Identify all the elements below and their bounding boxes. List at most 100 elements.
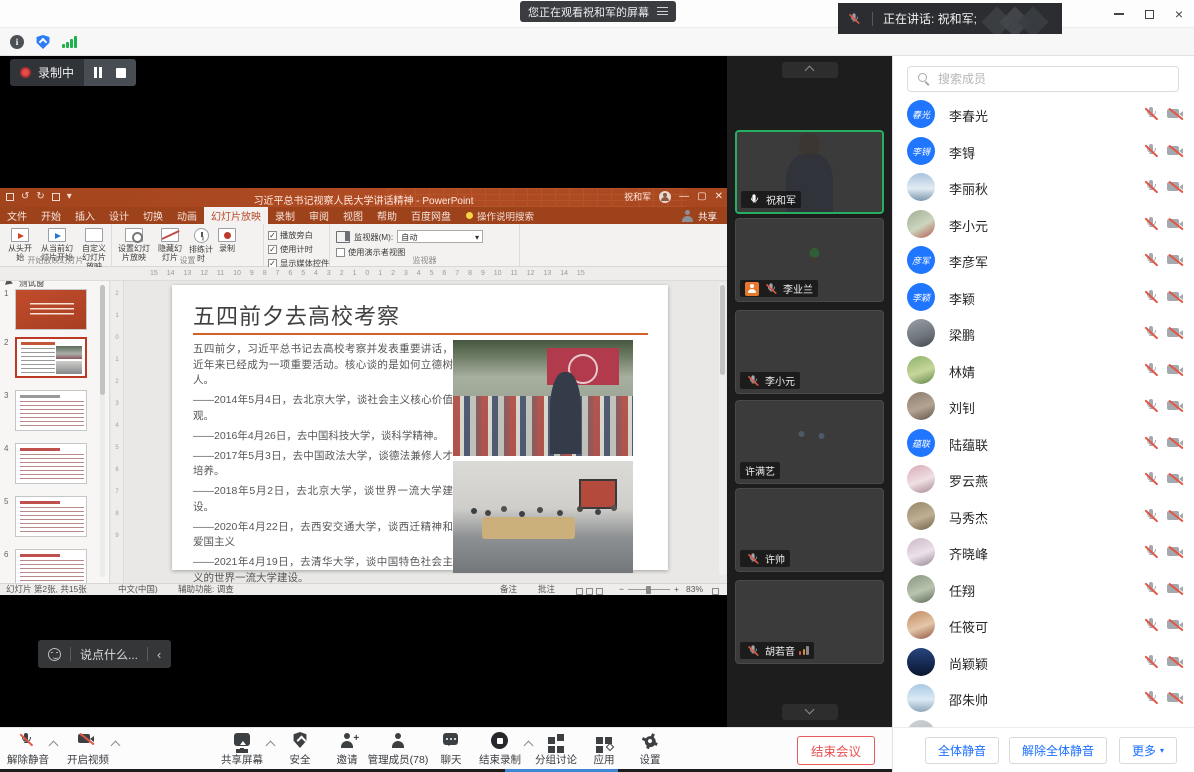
monitor-select[interactable]: 自动▾	[397, 230, 483, 243]
camera-off-icon[interactable]	[1167, 107, 1185, 121]
member-row[interactable]: 李颖李颖	[893, 279, 1194, 315]
fit-to-window-icon[interactable]	[712, 586, 722, 597]
pause-recording-button[interactable]	[94, 67, 102, 78]
mic-muted-icon[interactable]	[1143, 289, 1159, 305]
camera-off-icon[interactable]	[1167, 472, 1185, 486]
mic-muted-icon[interactable]	[1143, 508, 1159, 524]
audio-options-caret[interactable]	[50, 740, 58, 748]
camera-off-icon[interactable]	[1167, 509, 1185, 523]
member-row[interactable]: 任翔	[893, 571, 1194, 607]
video-tile[interactable]: 胡若音	[735, 580, 884, 664]
mute-all-button[interactable]: 全体静音	[925, 737, 999, 764]
unmute-all-button[interactable]: 解除全体静音	[1009, 737, 1107, 764]
zoom-level[interactable]: 83%	[686, 584, 703, 595]
ppt-tab-baidu[interactable]: 百度网盘	[404, 207, 458, 224]
zoom-out-button[interactable]: −	[619, 584, 624, 595]
slide-thumbnail-2-selected[interactable]	[15, 337, 87, 378]
toolbar-share-screen[interactable]: 共享屏幕	[214, 731, 270, 771]
camera-off-icon[interactable]	[1167, 691, 1185, 705]
mic-muted-icon[interactable]	[1143, 435, 1159, 451]
danmaku-input[interactable]: 说点什么... ‹	[38, 640, 171, 668]
video-tile[interactable]: 李业兰	[735, 218, 884, 302]
video-tile[interactable]: 许满艺	[735, 400, 884, 484]
ppt-close-icon[interactable]: ✕	[715, 191, 723, 203]
member-row[interactable]: 邵朱帅	[893, 680, 1194, 716]
mic-muted-icon[interactable]	[1143, 581, 1159, 597]
toolbar-start-video[interactable]: 开启视频	[60, 731, 116, 771]
video-tile[interactable]: 李小元	[735, 310, 884, 394]
member-row[interactable]: 李小元	[893, 206, 1194, 242]
notes-toggle[interactable]: 备注	[500, 584, 517, 595]
network-signal-icon[interactable]	[62, 36, 78, 48]
slide-canvas[interactable]: 五四前夕去高校考察 五四前夕，习近平总书记去高校考察并发表重要讲话，近年来已经成…	[172, 285, 668, 570]
mic-muted-icon[interactable]	[1143, 143, 1159, 159]
camera-off-icon[interactable]	[1167, 217, 1185, 231]
ppt-tab-design[interactable]: 设计	[102, 207, 136, 224]
mic-muted-icon[interactable]	[1143, 471, 1159, 487]
ppt-restore-icon[interactable]: ▢	[697, 191, 706, 203]
camera-off-icon[interactable]	[1167, 144, 1185, 158]
strip-collapse-button[interactable]	[782, 62, 838, 78]
camera-off-icon[interactable]	[1167, 180, 1185, 194]
ppt-tab-file[interactable]: 文件	[0, 207, 34, 224]
camera-off-icon[interactable]	[1167, 618, 1185, 632]
member-row[interactable]: 任筱可	[893, 607, 1194, 643]
view-switcher-icons[interactable]	[576, 586, 606, 597]
video-tile[interactable]: 许帅	[735, 488, 884, 572]
member-row[interactable]: 马秀杰	[893, 498, 1194, 534]
stop-recording-button[interactable]	[116, 68, 126, 78]
zoom-in-button[interactable]: +	[674, 584, 679, 595]
mic-muted-icon[interactable]	[1143, 362, 1159, 378]
camera-off-icon[interactable]	[1167, 436, 1185, 450]
more-button[interactable]: 更多▾	[1119, 737, 1177, 764]
tell-me-search[interactable]: 操作说明搜索	[458, 207, 542, 224]
member-row[interactable]: 梁鹏	[893, 315, 1194, 351]
slide-thumbnail-5[interactable]	[15, 496, 87, 537]
mic-muted-icon[interactable]	[1143, 398, 1159, 414]
camera-off-icon[interactable]	[1167, 399, 1185, 413]
emoji-icon[interactable]	[48, 648, 61, 661]
slide-thumbnail-4[interactable]	[15, 443, 87, 484]
checkbox-use-timings[interactable]: ✓使用计时	[268, 243, 329, 255]
danmaku-placeholder[interactable]: 说点什么...	[80, 646, 138, 663]
protection-shield-icon[interactable]	[36, 35, 50, 49]
member-row[interactable]: 林婧	[893, 352, 1194, 388]
banner-menu-icon[interactable]	[657, 7, 668, 16]
ppt-tab-home[interactable]: 开始	[34, 207, 68, 224]
ppt-minimize-icon[interactable]: —	[679, 191, 689, 203]
mic-muted-icon[interactable]	[1143, 325, 1159, 341]
ppt-tab-help[interactable]: 帮助	[370, 207, 404, 224]
maximize-button[interactable]	[1134, 0, 1164, 28]
language-indicator[interactable]: 中文(中国)	[118, 584, 158, 595]
search-box[interactable]	[907, 66, 1179, 92]
ribbon-record-button[interactable]: 录制	[216, 226, 238, 254]
toolbar-chat[interactable]: 聊天	[423, 731, 479, 771]
camera-off-icon[interactable]	[1167, 582, 1185, 596]
camera-off-icon[interactable]	[1167, 655, 1185, 669]
ppt-tab-view[interactable]: 视图	[336, 207, 370, 224]
toolbar-settings[interactable]: 设置	[622, 731, 678, 771]
slide-thumbnail-1[interactable]	[15, 289, 87, 330]
member-row[interactable]: 尚颖颖	[893, 644, 1194, 680]
mic-muted-icon[interactable]	[1143, 106, 1159, 122]
mic-muted-icon[interactable]	[1143, 216, 1159, 232]
mic-muted-icon[interactable]	[1143, 654, 1159, 670]
member-row[interactable]	[893, 716, 1194, 727]
ppt-tab-review[interactable]: 审阅	[302, 207, 336, 224]
slide-thumbnail-3[interactable]	[15, 390, 87, 431]
camera-off-icon[interactable]	[1167, 545, 1185, 559]
ppt-tab-slideshow[interactable]: 幻灯片放映	[204, 207, 268, 224]
comments-toggle[interactable]: 批注	[538, 584, 555, 595]
minimize-button[interactable]	[1104, 0, 1134, 28]
member-row[interactable]: 李丽秋	[893, 169, 1194, 205]
checkbox-play-narration[interactable]: ✓播放旁白	[268, 229, 329, 241]
camera-off-icon[interactable]	[1167, 326, 1185, 340]
close-button[interactable]: ×	[1164, 0, 1194, 28]
strip-expand-button[interactable]	[782, 704, 838, 720]
member-row[interactable]: 李锝李锝	[893, 133, 1194, 169]
camera-off-icon[interactable]	[1167, 253, 1185, 267]
slide-thumbnail-6[interactable]	[15, 549, 87, 583]
accessibility-status[interactable]: 辅助功能: 调查	[178, 584, 234, 595]
mic-muted-icon[interactable]	[1143, 617, 1159, 633]
canvas-scrollbar[interactable]	[719, 283, 726, 575]
